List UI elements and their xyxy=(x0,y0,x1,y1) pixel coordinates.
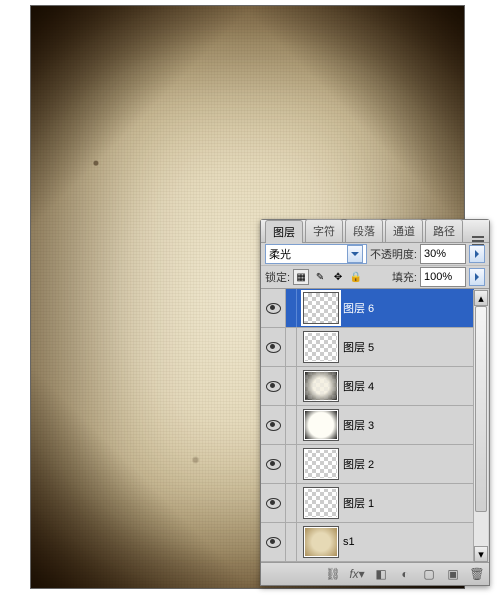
eye-icon xyxy=(266,342,281,353)
layer-thumbnail[interactable] xyxy=(303,526,339,558)
layer-name[interactable]: 图层 6 xyxy=(343,300,374,316)
layer-name[interactable]: 图层 4 xyxy=(343,378,374,394)
fill-value: 100% xyxy=(424,271,452,283)
layer-thumbnail[interactable] xyxy=(303,487,339,519)
link-column[interactable] xyxy=(286,406,297,444)
scroll-thumb[interactable] xyxy=(475,306,487,512)
lock-position-icon[interactable]: ✥ xyxy=(331,270,345,284)
panel-menu-icon[interactable] xyxy=(467,240,489,242)
blend-opacity-row: 柔光 不透明度: 30% xyxy=(261,243,489,266)
lock-label: 锁定: xyxy=(265,269,290,285)
layer-list: 图层 6 图层 5 图层 4 图层 3 图层 2 xyxy=(261,289,489,562)
fill-label: 填充: xyxy=(392,269,417,285)
layer-name[interactable]: 图层 2 xyxy=(343,456,374,472)
opacity-value: 30% xyxy=(424,248,446,260)
layer-style-icon[interactable]: fx▾ xyxy=(349,566,365,582)
layer-thumbnail[interactable] xyxy=(303,409,339,441)
tab-character[interactable]: 字符 xyxy=(305,219,343,242)
eye-icon xyxy=(266,420,281,431)
layer-row[interactable]: 图层 4 xyxy=(261,367,474,406)
layer-name[interactable]: 图层 1 xyxy=(343,495,374,511)
layer-name[interactable]: 图层 3 xyxy=(343,417,374,433)
visibility-toggle[interactable] xyxy=(261,367,286,405)
fill-input[interactable]: 100% xyxy=(420,267,466,287)
eye-icon xyxy=(266,537,281,548)
tab-channels[interactable]: 通道 xyxy=(385,219,423,242)
visibility-toggle[interactable] xyxy=(261,289,286,327)
panel-bottom-bar: ⛓ fx▾ ◧ ◐ ▢ ▣ 🗑 xyxy=(261,562,489,585)
lock-all-icon[interactable]: 🔒 xyxy=(349,270,363,284)
layer-thumbnail[interactable] xyxy=(303,292,339,324)
tab-layers[interactable]: 图层 xyxy=(265,220,303,243)
adjustment-layer-icon[interactable]: ◐ xyxy=(397,566,413,582)
scroll-down-icon[interactable]: ▾ xyxy=(474,546,488,562)
layer-row[interactable]: 图层 3 xyxy=(261,406,474,445)
panel-scrollbar[interactable]: ▴ ▾ xyxy=(473,290,488,562)
panel-tab-row: 图层 字符 段落 通道 路径 xyxy=(261,220,489,243)
link-column[interactable] xyxy=(286,523,297,561)
layer-thumbnail[interactable] xyxy=(303,331,339,363)
layer-name[interactable]: 图层 5 xyxy=(343,339,374,355)
visibility-toggle[interactable] xyxy=(261,523,286,561)
fill-flyout-icon[interactable] xyxy=(469,268,485,286)
link-column[interactable] xyxy=(286,484,297,522)
tab-paths[interactable]: 路径 xyxy=(425,219,463,242)
lock-icon-group: ▦ ✎ ✥ 🔒 xyxy=(293,269,363,285)
new-group-icon[interactable]: ▢ xyxy=(421,566,437,582)
lock-transparency-icon[interactable]: ▦ xyxy=(293,269,309,285)
link-column[interactable] xyxy=(286,289,297,327)
eye-icon xyxy=(266,381,281,392)
link-column[interactable] xyxy=(286,445,297,483)
opacity-input[interactable]: 30% xyxy=(420,244,466,264)
lock-fill-row: 锁定: ▦ ✎ ✥ 🔒 填充: 100% xyxy=(261,266,489,289)
lock-pixels-icon[interactable]: ✎ xyxy=(313,270,327,284)
link-column[interactable] xyxy=(286,328,297,366)
visibility-toggle[interactable] xyxy=(261,445,286,483)
delete-layer-icon[interactable]: 🗑 xyxy=(469,566,485,582)
layers-panel: 图层 字符 段落 通道 路径 柔光 不透明度: 30% 锁定: ▦ ✎ ✥ 🔒 … xyxy=(260,219,490,586)
opacity-label: 不透明度: xyxy=(370,246,417,262)
eye-icon xyxy=(266,303,281,314)
eye-icon xyxy=(266,459,281,470)
new-layer-icon[interactable]: ▣ xyxy=(445,566,461,582)
tab-paragraph[interactable]: 段落 xyxy=(345,219,383,242)
layer-row[interactable]: 图层 6 xyxy=(261,289,474,328)
visibility-toggle[interactable] xyxy=(261,484,286,522)
layer-row[interactable]: s1 xyxy=(261,523,474,562)
scroll-track[interactable] xyxy=(474,306,488,546)
visibility-toggle[interactable] xyxy=(261,406,286,444)
link-column[interactable] xyxy=(286,367,297,405)
layer-thumbnail[interactable] xyxy=(303,448,339,480)
visibility-toggle[interactable] xyxy=(261,328,286,366)
layer-row[interactable]: 图层 2 xyxy=(261,445,474,484)
layer-thumbnail[interactable] xyxy=(303,370,339,402)
blend-mode-dropdown[interactable]: 柔光 xyxy=(265,244,367,264)
opacity-flyout-icon[interactable] xyxy=(469,245,485,263)
link-layers-icon[interactable]: ⛓ xyxy=(325,566,341,582)
eye-icon xyxy=(266,498,281,509)
layer-row[interactable]: 图层 5 xyxy=(261,328,474,367)
layer-mask-icon[interactable]: ◧ xyxy=(373,566,389,582)
chevron-down-icon xyxy=(347,245,363,263)
layer-name[interactable]: s1 xyxy=(343,536,355,548)
scroll-up-icon[interactable]: ▴ xyxy=(474,290,488,306)
blend-mode-value: 柔光 xyxy=(269,246,291,262)
layer-row[interactable]: 图层 1 xyxy=(261,484,474,523)
